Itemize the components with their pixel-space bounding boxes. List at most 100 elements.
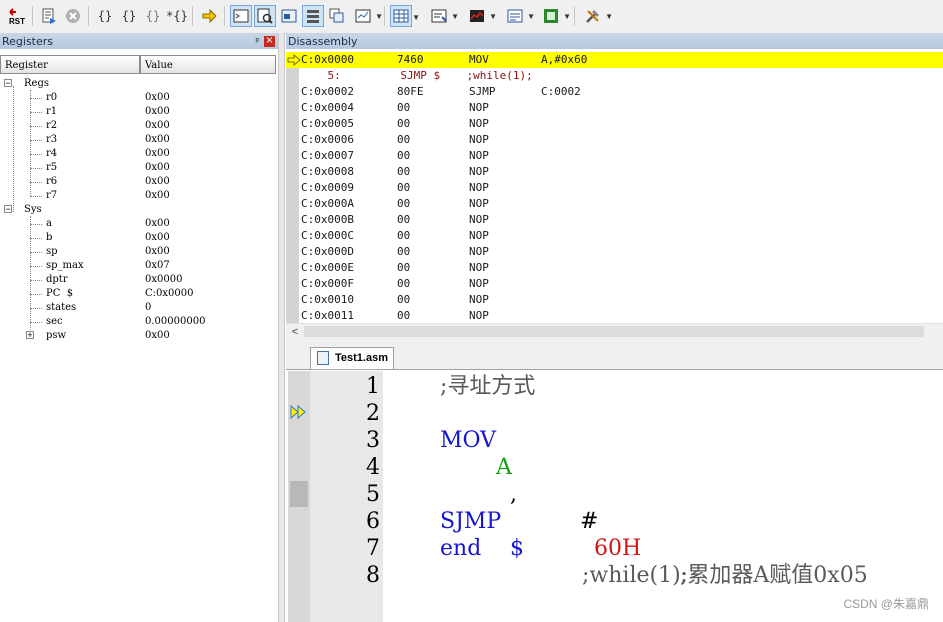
disassembly-instruction-row[interactable]: C:0x000A 00 NOP (301, 196, 941, 212)
code-line-5[interactable]: SJMP $ ;while(1); (440, 481, 740, 588)
registers-panel-title: Registers ᵖ × (0, 33, 278, 50)
register-value[interactable]: 0x00 (145, 105, 170, 119)
disassembly-instruction-row[interactable]: C:0x000D 00 NOP (301, 244, 941, 260)
register-value[interactable]: 0.00000000 (145, 315, 205, 329)
disassembly-instruction-row[interactable]: C:0x0008 00 NOP (301, 164, 941, 180)
registers-window-icon[interactable] (302, 5, 324, 27)
register-name: r0 (46, 92, 58, 103)
disassembly-instruction-row[interactable]: C:0x0002 80FE SJMP C:0002 (301, 84, 941, 100)
watermark: CSDN @朱嘉鼎 (843, 597, 929, 611)
disassembly-gutter[interactable] (286, 52, 299, 324)
instr-opcode: 00 (397, 165, 411, 178)
register-name: sp_max (46, 260, 84, 271)
instr-address: C:0x000B (301, 213, 354, 226)
tab-test1-asm[interactable]: Test1.asm (310, 347, 394, 369)
register-value[interactable]: 0x00 (145, 175, 170, 189)
line-number: 6 (366, 509, 380, 534)
toolbox-icon[interactable]: ▼ (582, 5, 613, 27)
call-stack-icon[interactable] (326, 5, 348, 27)
serial-windows-icon[interactable]: ▼ (428, 5, 459, 27)
expand-collapse-regs[interactable]: − (4, 79, 12, 88)
instr-opcode: 00 (397, 277, 411, 290)
step-over-icon[interactable]: {} (118, 5, 140, 27)
register-operand: A (496, 455, 512, 480)
memory-windows-icon[interactable]: ▼ (390, 5, 420, 27)
instr-address: C:0x000C (301, 229, 354, 242)
analysis-windows-icon[interactable]: ▼ (466, 5, 497, 27)
run-icon[interactable] (38, 5, 60, 27)
register-name: r4 (46, 148, 58, 159)
disassembly-instruction-row[interactable]: C:0x0009 00 NOP (301, 180, 941, 196)
disassembly-instruction-row[interactable]: C:0x000F 00 NOP (301, 276, 941, 292)
stop-icon[interactable] (62, 5, 84, 27)
disassembly-instruction-row[interactable]: C:0x0005 00 NOP (301, 116, 941, 132)
step-out-icon[interactable]: {} (142, 5, 164, 27)
hash-sign: # (580, 509, 599, 534)
instr-address: C:0x0010 (301, 293, 354, 306)
watch-windows-icon[interactable]: ▼ (352, 5, 383, 27)
register-value[interactable]: C:0x0000 (145, 287, 193, 301)
line-number: 2 (366, 401, 380, 426)
register-value[interactable]: 0x00 (145, 231, 170, 245)
mnemonic: SJMP (440, 509, 502, 534)
register-value[interactable]: 0x0000 (145, 273, 182, 287)
register-value[interactable]: 0x00 (145, 133, 170, 147)
instr-opcode: 00 (397, 261, 411, 274)
column-header-value[interactable]: Value (140, 55, 276, 74)
trace-windows-icon[interactable]: ▼ (504, 5, 535, 27)
tab-label: Test1.asm (335, 352, 388, 364)
register-value[interactable]: 0x07 (145, 259, 170, 273)
register-name: r7 (46, 190, 58, 201)
scroll-left-icon[interactable]: < (288, 324, 302, 340)
pin-icon[interactable]: ᵖ (255, 33, 260, 50)
expand-collapse-sys[interactable]: − (4, 205, 12, 214)
register-value[interactable]: 0x00 (145, 189, 170, 203)
expand-psw[interactable]: + (26, 331, 34, 340)
register-value[interactable]: 0x00 (145, 119, 170, 133)
scroll-thumb[interactable] (304, 326, 924, 337)
disassembly-instruction-row[interactable]: C:0x0000 7460 MOV A,#0x60 (301, 52, 941, 68)
system-viewer-icon[interactable]: ▼ (540, 5, 571, 27)
disassembly-instruction-row[interactable]: C:0x000C 00 NOP (301, 228, 941, 244)
code-line-2[interactable]: MOV A , # 60H ;累加器A赋值0x05 (440, 400, 920, 588)
debug-toolbar: RST {} {} {} *{} ▼ ▼ ▼ ▼ ▼ ▼ ▼ (0, 0, 943, 34)
reset-icon[interactable]: RST (6, 5, 28, 27)
command-window-icon[interactable] (230, 5, 252, 27)
register-value[interactable]: 0x00 (145, 161, 170, 175)
disassembly-source-line[interactable]: 5: SJMP $ ;while(1); (301, 68, 941, 84)
register-value[interactable]: 0x00 (145, 91, 170, 105)
disassembly-instruction-row[interactable]: C:0x000B 00 NOP (301, 212, 941, 228)
disassembly-instruction-row[interactable]: C:0x0004 00 NOP (301, 100, 941, 116)
instr-mnemonic: NOP (469, 309, 489, 322)
disassembly-title-text: Disassembly (288, 35, 358, 48)
instr-address: C:0x0007 (301, 149, 354, 162)
instr-mnemonic: NOP (469, 277, 489, 290)
disassembly-instruction-row[interactable]: C:0x0011 00 NOP (301, 308, 941, 324)
register-value[interactable]: 0x00 (145, 147, 170, 161)
code-line-1-comment[interactable]: ;寻址方式 (440, 373, 535, 400)
instr-address: C:0x000E (301, 261, 354, 274)
symbols-window-icon[interactable] (278, 5, 300, 27)
register-value[interactable]: 0x00 (145, 217, 170, 231)
register-value[interactable]: 0x00 (145, 329, 170, 343)
register-value[interactable]: 0x00 (145, 245, 170, 259)
disassembly-instruction-row[interactable]: C:0x0006 00 NOP (301, 132, 941, 148)
code-line-7[interactable]: end (440, 535, 481, 562)
immediate-operand: 60H (594, 536, 642, 561)
step-into-icon[interactable]: {} (94, 5, 116, 27)
disassembly-window-icon[interactable] (254, 5, 276, 27)
show-next-statement-icon[interactable] (198, 5, 220, 27)
close-icon[interactable]: × (264, 36, 275, 47)
disassembly-hscrollbar[interactable]: < (286, 323, 943, 340)
run-to-cursor-icon[interactable]: *{} (166, 5, 188, 27)
register-value[interactable]: 0 (145, 301, 151, 315)
instr-opcode: 00 (397, 101, 411, 114)
disassembly-instruction-row[interactable]: C:0x0007 00 NOP (301, 148, 941, 164)
instr-opcode: 00 (397, 293, 411, 306)
column-header-register[interactable]: Register (0, 55, 140, 74)
panel-splitter[interactable] (278, 33, 285, 622)
disassembly-instruction-row[interactable]: C:0x0010 00 NOP (301, 292, 941, 308)
disassembly-instruction-row[interactable]: C:0x000E 00 NOP (301, 260, 941, 276)
instr-address: C:0x0005 (301, 117, 354, 130)
instr-mnemonic: NOP (469, 293, 489, 306)
